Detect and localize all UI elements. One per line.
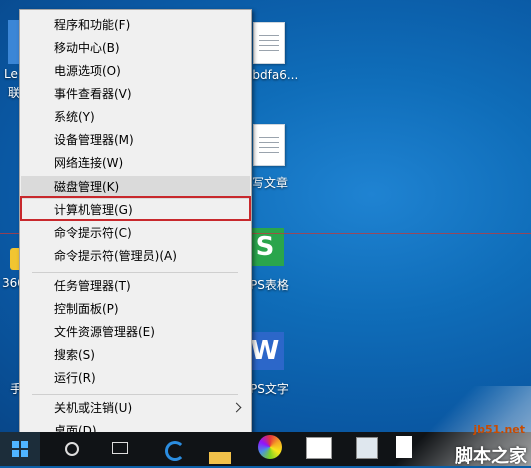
menu-item-label: 设备管理器(M) — [54, 133, 134, 147]
desktop-icon-le[interactable]: Le 联 — [0, 18, 22, 100]
menu-item-system[interactable]: 系统(Y) — [21, 106, 250, 129]
desktop-icon-article[interactable]: 写文章 — [250, 120, 310, 190]
menu-item-label: 事件查看器(V) — [54, 87, 132, 101]
highlight-box — [20, 196, 251, 221]
menu-item-power-options[interactable]: 电源选项(O) — [21, 60, 250, 83]
color-app-icon[interactable] — [256, 432, 284, 466]
menu-item-mobility-center[interactable]: 移动中心(B) — [21, 37, 250, 60]
desktop-icon-label: PS文字 — [250, 382, 289, 396]
desktop-icon-360[interactable]: 360 — [0, 240, 25, 300]
task-view-icon[interactable] — [108, 432, 132, 466]
edge-browser-icon[interactable] — [160, 432, 185, 466]
search-icon[interactable] — [60, 432, 84, 466]
menu-item-run[interactable]: 运行(R) — [21, 367, 250, 390]
menu-item-task-manager[interactable]: 任务管理器(T) — [21, 275, 250, 298]
menu-item-label: 移动中心(B) — [54, 41, 120, 55]
menu-item-command-prompt-admin[interactable]: 命令提示符(管理员)(A) — [21, 245, 250, 268]
menu-item-search[interactable]: 搜索(S) — [21, 344, 250, 367]
desktop-icon-label: 写文章 — [252, 176, 289, 190]
menu-item-label: 运行(R) — [54, 371, 96, 385]
desktop-icon-label: ebdfa6... — [245, 68, 299, 82]
desktop-icon-label: PS表格 — [250, 278, 289, 292]
menu-item-label: 命令提示符(C) — [54, 226, 132, 240]
menu-item-file-explorer[interactable]: 文件资源管理器(E) — [21, 321, 250, 344]
menu-item-label: 电源选项(O) — [54, 64, 121, 78]
menu-separator — [32, 272, 238, 273]
menu-item-label: 控制面板(P) — [54, 302, 119, 316]
menu-item-label: 网络连接(W) — [54, 156, 124, 170]
winx-context-menu: 程序和功能(F) 移动中心(B) 电源选项(O) 事件查看器(V) 系统(Y) … — [19, 9, 252, 452]
desktop-icon-wps-sheet[interactable]: S PS表格 — [246, 226, 306, 296]
desktop-icon-label: Le — [4, 67, 18, 81]
watermark-site: jb51.net — [473, 423, 525, 436]
chevron-right-icon — [231, 402, 242, 413]
document-icon — [253, 22, 285, 64]
menu-item-label: 文件资源管理器(E) — [54, 325, 155, 339]
menu-item-label: 关机或注销(U) — [54, 401, 133, 415]
watermark: jb51.net 脚本之家 — [381, 386, 531, 467]
menu-item-label: 系统(Y) — [54, 110, 95, 124]
app-window-icon[interactable] — [354, 432, 380, 466]
desktop-icon-file[interactable]: ebdfa6... — [245, 18, 310, 88]
menu-item-network-connections[interactable]: 网络连接(W) — [21, 152, 250, 175]
windows-logo-icon — [12, 441, 28, 457]
menu-item-shutdown-signout[interactable]: 关机或注销(U) — [21, 397, 250, 420]
menu-item-device-manager[interactable]: 设备管理器(M) — [21, 129, 250, 152]
menu-item-control-panel[interactable]: 控制面板(P) — [21, 298, 250, 321]
menu-item-label: 命令提示符(管理员)(A) — [54, 249, 177, 263]
menu-item-command-prompt[interactable]: 命令提示符(C) — [21, 222, 250, 245]
desktop-icon-phone[interactable]: 手 — [0, 340, 22, 400]
folder-icon[interactable] — [206, 432, 234, 466]
document-icon — [253, 124, 285, 166]
menu-separator — [32, 394, 238, 395]
menu-item-label: 任务管理器(T) — [54, 279, 131, 293]
menu-item-label: 程序和功能(F) — [54, 18, 131, 32]
menu-item-event-viewer[interactable]: 事件查看器(V) — [21, 83, 250, 106]
start-button[interactable] — [0, 432, 40, 466]
watermark-name: 脚本之家 — [455, 446, 527, 467]
menu-item-programs-features[interactable]: 程序和功能(F) — [21, 14, 250, 37]
sogou-app-icon[interactable] — [304, 432, 334, 466]
desktop-icon-wps-writer[interactable]: W PS文字 — [246, 330, 306, 400]
menu-item-label: 搜索(S) — [54, 348, 95, 362]
